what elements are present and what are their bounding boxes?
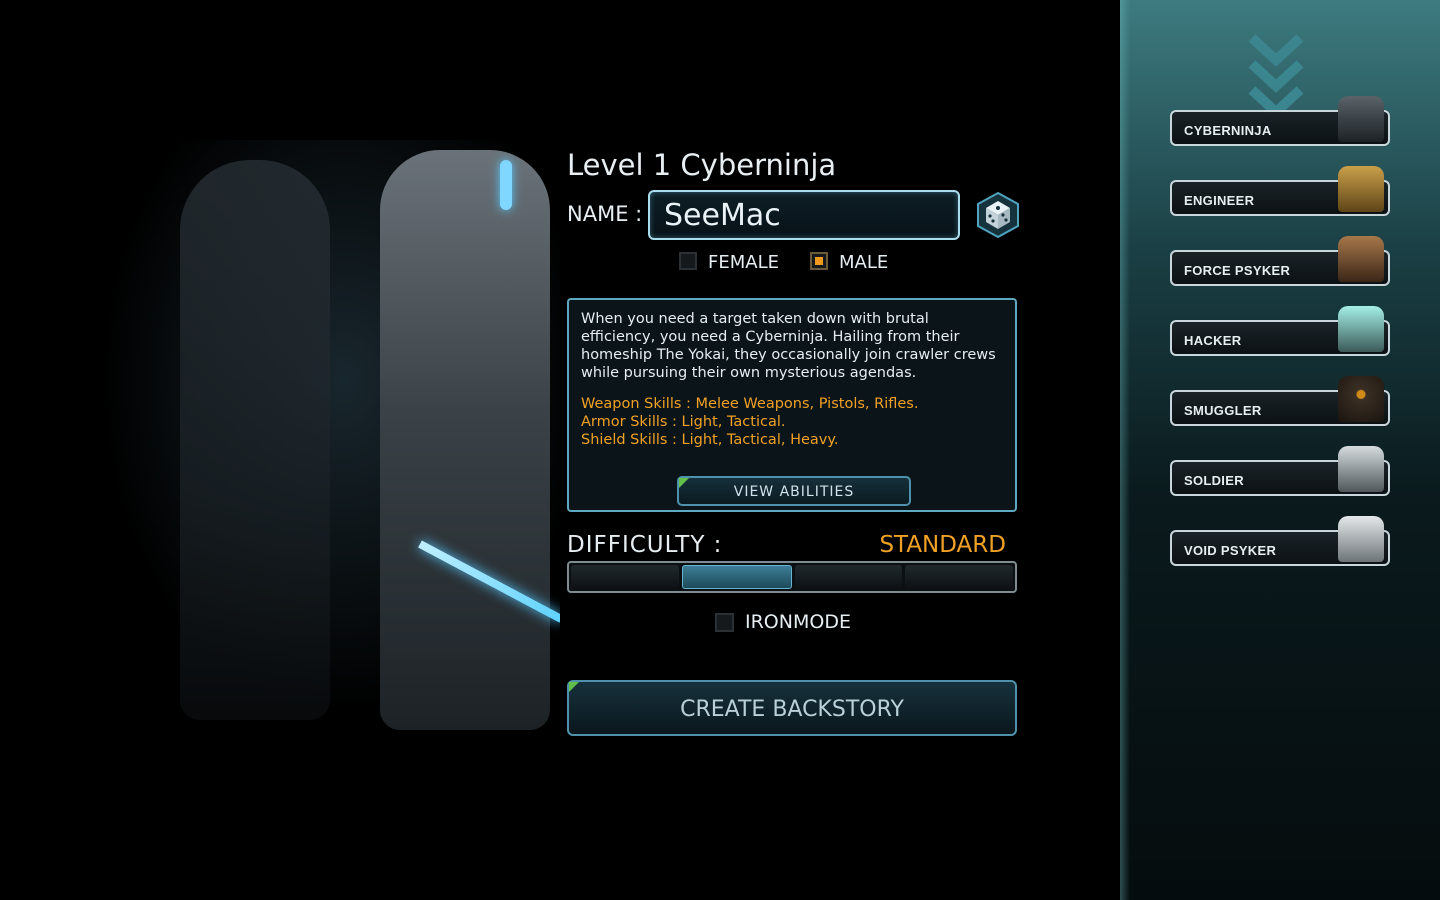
- class-button-cyberninja[interactable]: CYBERNINJA: [1170, 96, 1390, 146]
- male-label: MALE: [839, 252, 889, 273]
- class-button-force-psyker[interactable]: FORCE PSYKER: [1170, 236, 1390, 286]
- class-label: HACKER: [1184, 333, 1242, 348]
- male-checkbox[interactable]: [810, 252, 828, 270]
- class-label: FORCE PSYKER: [1184, 263, 1291, 278]
- difficulty-segment-1[interactable]: [571, 565, 679, 589]
- class-description: When you need a target taken down with b…: [581, 311, 996, 381]
- class-button-hacker[interactable]: HACKER: [1170, 306, 1390, 356]
- view-abilities-label: VIEW ABILITIES: [733, 484, 855, 500]
- name-input[interactable]: [648, 190, 960, 240]
- class-label: CYBERNINJA: [1184, 123, 1272, 138]
- class-label: SMUGGLER: [1184, 403, 1262, 418]
- corner-tag-icon: [569, 682, 579, 692]
- create-backstory-label: CREATE BACKSTORY: [680, 697, 904, 722]
- class-select-panel: CYBERNINJA ENGINEER FORCE PSYKER HACKER …: [1120, 0, 1440, 900]
- female-ninja-figure: [180, 160, 330, 720]
- smuggler-portrait-icon: [1338, 376, 1384, 422]
- force-psyker-portrait-icon: [1338, 236, 1384, 282]
- class-label: VOID PSYKER: [1184, 543, 1277, 558]
- ironmode-checkbox[interactable]: [715, 613, 734, 632]
- dice-icon: [977, 191, 1019, 239]
- female-checkbox[interactable]: [679, 252, 697, 270]
- character-art: [80, 140, 560, 740]
- ironmode-label: IRONMODE: [745, 611, 851, 633]
- shield-skills: Shield Skills : Light, Tactical, Heavy.: [581, 432, 839, 448]
- class-button-engineer[interactable]: ENGINEER: [1170, 166, 1390, 216]
- hacker-portrait-icon: [1338, 306, 1384, 352]
- cyberninja-portrait-icon: [1338, 96, 1384, 142]
- difficulty-segment-3[interactable]: [794, 565, 903, 589]
- difficulty-segment-2[interactable]: [681, 565, 792, 589]
- armor-skills: Armor Skills : Light, Tactical.: [581, 414, 786, 430]
- soldier-portrait-icon: [1338, 446, 1384, 492]
- class-button-smuggler[interactable]: SMUGGLER: [1170, 376, 1390, 426]
- engineer-portrait-icon: [1338, 166, 1384, 212]
- create-backstory-button[interactable]: CREATE BACKSTORY: [567, 680, 1017, 736]
- view-abilities-button[interactable]: VIEW ABILITIES: [677, 476, 911, 506]
- male-ninja-figure: [380, 150, 550, 730]
- class-label: SOLDIER: [1184, 473, 1244, 488]
- difficulty-segment-4[interactable]: [905, 565, 1013, 589]
- class-button-void-psyker[interactable]: VOID PSYKER: [1170, 516, 1390, 566]
- difficulty-label: DIFFICULTY :: [567, 532, 723, 558]
- randomize-name-button[interactable]: [975, 191, 1021, 239]
- void-psyker-portrait-icon: [1338, 516, 1384, 562]
- difficulty-value: STANDARD: [879, 532, 1006, 558]
- class-button-soldier[interactable]: SOLDIER: [1170, 446, 1390, 496]
- class-label: ENGINEER: [1184, 193, 1255, 208]
- difficulty-slider[interactable]: [567, 561, 1017, 593]
- class-description-panel: When you need a target taken down with b…: [567, 298, 1017, 512]
- weapon-skills: Weapon Skills : Melee Weapons, Pistols, …: [581, 396, 919, 412]
- name-label: NAME :: [567, 202, 643, 226]
- female-label: FEMALE: [708, 252, 779, 273]
- page-title: Level 1 Cyberninja: [567, 148, 837, 182]
- visor-light: [500, 160, 512, 210]
